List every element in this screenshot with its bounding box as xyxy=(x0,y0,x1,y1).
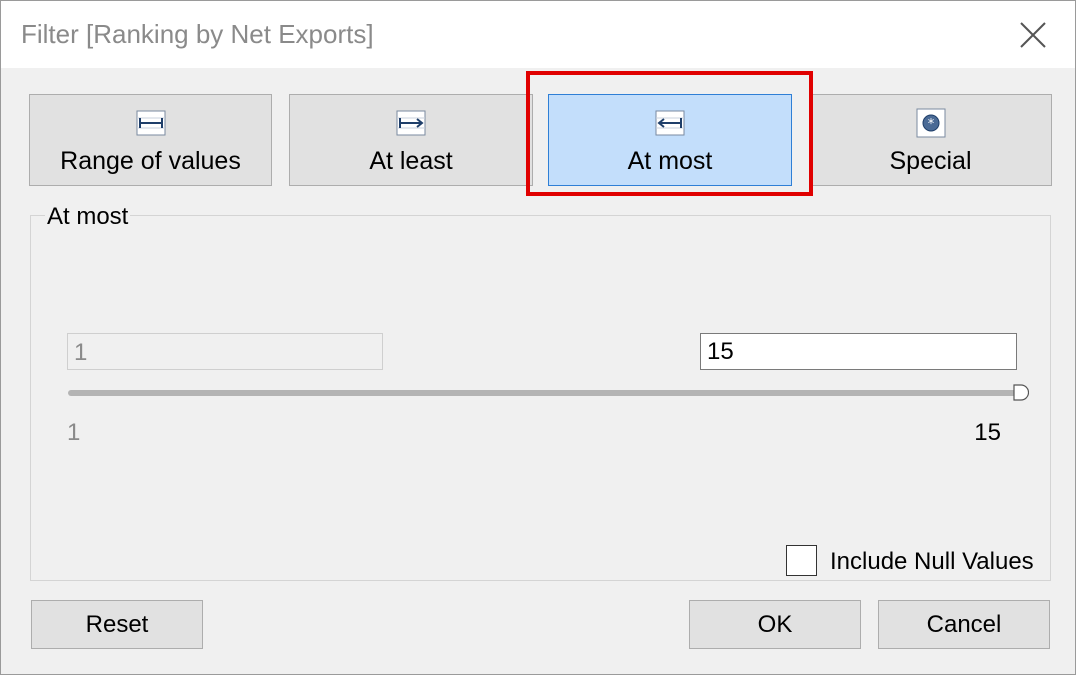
at-most-button[interactable]: At most xyxy=(548,94,792,186)
range-icon xyxy=(136,110,165,136)
include-null-checkbox[interactable] xyxy=(786,545,817,576)
range-max-label: 15 xyxy=(974,419,1001,446)
range-min-label: 1 xyxy=(67,419,81,446)
range-slider-track[interactable] xyxy=(68,390,1022,396)
special-icon: * xyxy=(916,108,945,138)
filter-dialog: Filter [Ranking by Net Exports] Range of… xyxy=(0,0,1076,675)
group-label: At most xyxy=(45,203,131,231)
at-most-icon xyxy=(655,110,685,136)
max-value-input[interactable] xyxy=(700,333,1017,370)
range-of-values-button[interactable]: Range of values xyxy=(29,94,272,186)
at-most-group xyxy=(30,215,1051,581)
cancel-button[interactable]: Cancel xyxy=(878,600,1050,649)
include-null-label: Include Null Values xyxy=(830,548,1034,575)
close-icon xyxy=(1020,22,1046,48)
special-button[interactable]: * Special xyxy=(809,94,1052,186)
svg-text:*: * xyxy=(927,117,934,132)
title-bar: Filter [Ranking by Net Exports] xyxy=(1,1,1075,68)
reset-button[interactable]: Reset xyxy=(31,600,203,649)
at-least-label: At least xyxy=(369,147,453,175)
min-value-field: 1 xyxy=(67,333,383,370)
at-least-button[interactable]: At least xyxy=(289,94,533,186)
slider-handle[interactable] xyxy=(1013,384,1029,401)
ok-button[interactable]: OK xyxy=(689,600,861,649)
at-most-label: At most xyxy=(627,147,713,175)
at-least-icon xyxy=(396,110,426,136)
dialog-title: Filter [Ranking by Net Exports] xyxy=(21,19,374,49)
close-button[interactable] xyxy=(1013,15,1053,55)
special-label: Special xyxy=(889,147,972,175)
range-of-values-label: Range of values xyxy=(60,147,241,175)
